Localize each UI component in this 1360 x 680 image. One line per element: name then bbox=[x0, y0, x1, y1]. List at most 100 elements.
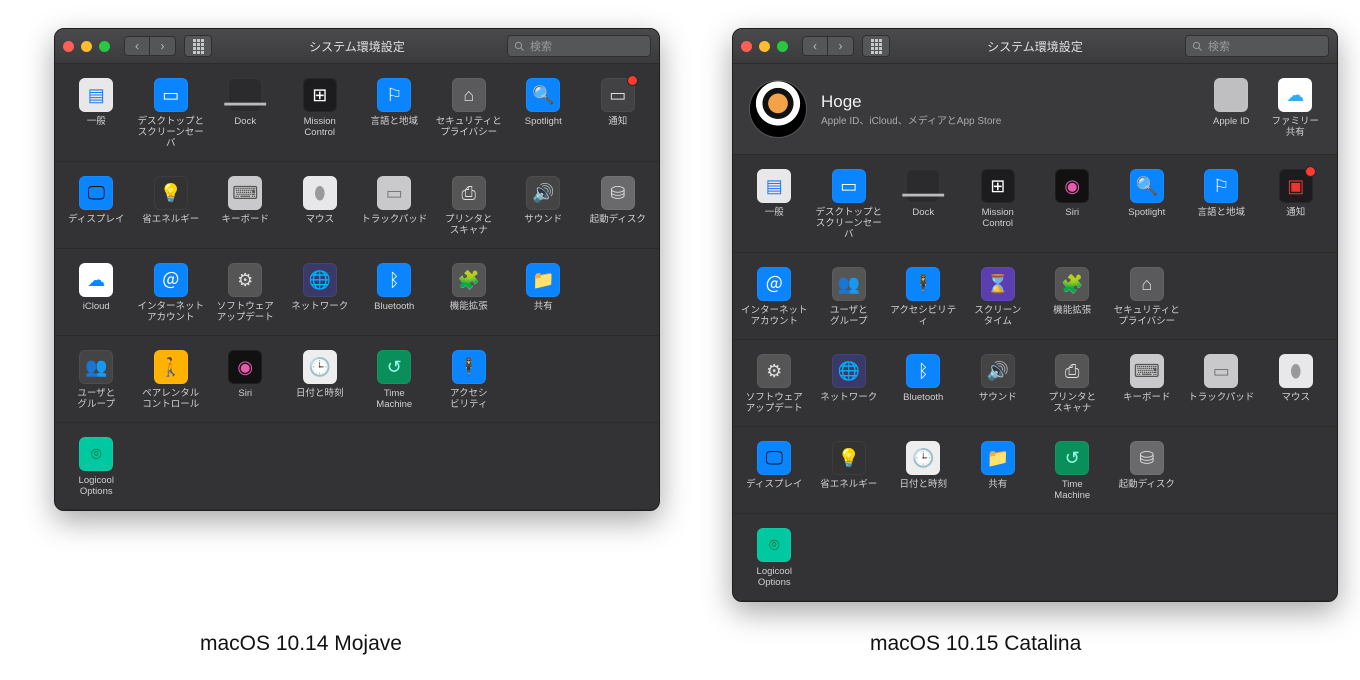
search-field[interactable]: 検索 bbox=[1185, 35, 1329, 57]
pref-users[interactable]: 👥ユーザと グループ bbox=[812, 263, 887, 333]
notifications-icon: ▣ bbox=[1279, 169, 1313, 203]
pref-label: 通知 bbox=[608, 116, 627, 138]
pref-siri[interactable]: ◉Siri bbox=[1035, 165, 1110, 246]
pref-appleid[interactable]: Apple ID bbox=[1211, 74, 1251, 144]
pref-bluetooth[interactable]: ᛒBluetooth bbox=[886, 350, 961, 420]
back-button[interactable]: ‹ bbox=[802, 36, 828, 56]
pref-energy[interactable]: 💡省エネルギー bbox=[812, 437, 887, 507]
pref-notifications[interactable]: ▣通知 bbox=[1259, 165, 1334, 246]
pref-logicool[interactable]: ⌾Logicool Options bbox=[59, 433, 134, 503]
pref-a11y[interactable]: 🕴アクセシ ビリティ bbox=[432, 346, 507, 416]
pref-energy[interactable]: 💡省エネルギー bbox=[134, 172, 209, 242]
pref-label: スクリーン タイム bbox=[974, 305, 1021, 327]
pref-internet[interactable]: ＠インターネット アカウント bbox=[737, 263, 812, 333]
pref-mission[interactable]: ⊞Mission Control bbox=[283, 74, 358, 155]
pref-icloud[interactable]: ☁iCloud bbox=[59, 259, 134, 329]
pref-logicool[interactable]: ⌾Logicool Options bbox=[737, 524, 812, 594]
pref-screentime[interactable]: ⌛スクリーン タイム bbox=[961, 263, 1036, 333]
pref-label: マウス bbox=[305, 214, 334, 236]
pref-extensions[interactable]: 🧩機能拡張 bbox=[1035, 263, 1110, 333]
pref-printers[interactable]: ⎙ プリンタと スキャナ bbox=[1035, 350, 1110, 420]
search-icon bbox=[514, 41, 525, 52]
pref-lang[interactable]: ⚐言語と地域 bbox=[1184, 165, 1259, 246]
pref-swupdate[interactable]: ⚙ソフトウェア アップデート bbox=[737, 350, 812, 420]
pref-desktop[interactable]: ▭デスクトップと スクリーンセーバ bbox=[134, 74, 209, 155]
pref-displays[interactable]: 🖵ディスプレイ bbox=[737, 437, 812, 507]
printers-icon: ⎙ bbox=[1055, 354, 1089, 388]
pref-general[interactable]: ▤一般 bbox=[737, 165, 812, 246]
pref-swupdate[interactable]: ⚙ソフトウェア アップデート bbox=[208, 259, 283, 329]
pref-label: サウンド bbox=[979, 392, 1017, 414]
displays-icon: 🖵 bbox=[757, 441, 791, 475]
pref-label: プリンタと スキャナ bbox=[445, 214, 493, 236]
close-icon[interactable] bbox=[63, 41, 74, 52]
pref-security[interactable]: ⌂セキュリティと プライバシー bbox=[432, 74, 507, 155]
pref-desktop[interactable]: ▭デスクトップと スクリーンセーバ bbox=[812, 165, 887, 246]
pref-keyboard[interactable]: ⌨キーボード bbox=[208, 172, 283, 242]
pref-printers[interactable]: ⎙プリンタと スキャナ bbox=[432, 172, 507, 242]
pref-mouse[interactable]: ⬮マウス bbox=[283, 172, 358, 242]
pref-dock[interactable]: ▁▁▁Dock bbox=[886, 165, 961, 246]
pref-siri[interactable]: ◉Siri bbox=[208, 346, 283, 416]
minimize-icon[interactable] bbox=[759, 41, 770, 52]
prefs-row: ⌾Logicool Options bbox=[737, 524, 1333, 594]
minimize-icon[interactable] bbox=[81, 41, 92, 52]
pref-sound[interactable]: 🔊サウンド bbox=[961, 350, 1036, 420]
forward-button[interactable]: › bbox=[828, 36, 854, 56]
close-icon[interactable] bbox=[741, 41, 752, 52]
zoom-icon[interactable] bbox=[777, 41, 788, 52]
pref-startup[interactable]: ⛁起動ディスク bbox=[581, 172, 656, 242]
siri-icon: ◉ bbox=[1055, 169, 1089, 203]
pref-label: ディスプレイ bbox=[68, 214, 124, 236]
pref-internet[interactable]: ＠インターネット アカウント bbox=[134, 259, 209, 329]
pref-datetime[interactable]: 🕒日付と時刻 bbox=[886, 437, 961, 507]
show-all-button[interactable] bbox=[184, 35, 212, 57]
pref-network[interactable]: 🌐ネットワーク bbox=[812, 350, 887, 420]
pref-mouse[interactable]: ⬮マウス bbox=[1259, 350, 1334, 420]
a11y-icon: 🕴 bbox=[452, 350, 486, 384]
pref-label: セキュリティと プライバシー bbox=[436, 116, 502, 138]
pref-notifications[interactable]: ▭通知 bbox=[581, 74, 656, 155]
sound-icon: 🔊 bbox=[526, 176, 560, 210]
pref-family[interactable]: ☁ファミリー 共有 bbox=[1269, 74, 1321, 144]
pref-users[interactable]: 👥ユーザと グループ bbox=[59, 346, 134, 416]
pref-parental[interactable]: 🚶ペアレンタル コントロール bbox=[134, 346, 209, 416]
pref-label: ネットワーク bbox=[291, 301, 348, 323]
pref-sound[interactable]: 🔊サウンド bbox=[506, 172, 581, 242]
pref-label: プリンタと スキャナ bbox=[1048, 392, 1096, 414]
zoom-icon[interactable] bbox=[99, 41, 110, 52]
show-all-button[interactable] bbox=[862, 35, 890, 57]
network-icon: 🌐 bbox=[832, 354, 866, 388]
pref-spotlight[interactable]: 🔍Spotlight bbox=[1110, 165, 1185, 246]
back-button[interactable]: ‹ bbox=[124, 36, 150, 56]
pref-lang[interactable]: ⚐言語と地域 bbox=[357, 74, 432, 155]
pref-datetime[interactable]: 🕒日付と時刻 bbox=[283, 346, 358, 416]
pref-extensions[interactable]: 🧩機能拡張 bbox=[432, 259, 507, 329]
forward-button[interactable]: › bbox=[150, 36, 176, 56]
pref-security[interactable]: ⌂セキュリティと プライバシー bbox=[1110, 263, 1185, 333]
pref-label: デスクトップと スクリーンセーバ bbox=[814, 207, 884, 240]
startup-icon: ⛁ bbox=[1130, 441, 1164, 475]
pref-general[interactable]: ▤一般 bbox=[59, 74, 134, 155]
pref-timemachine[interactable]: ↺Time Machine bbox=[357, 346, 432, 416]
pref-startup[interactable]: ⛁起動ディスク bbox=[1110, 437, 1185, 507]
pref-keyboard[interactable]: ⌨キーボード bbox=[1110, 350, 1185, 420]
pref-network[interactable]: 🌐ネットワーク bbox=[283, 259, 358, 329]
pref-trackpad[interactable]: ▭トラックパッド bbox=[1184, 350, 1259, 420]
pref-displays[interactable]: 🖵ディスプレイ bbox=[59, 172, 134, 242]
account-header[interactable]: Hoge Apple ID、iCloud、メディアとApp Store Appl… bbox=[733, 64, 1337, 155]
pref-spotlight[interactable]: 🔍Spotlight bbox=[506, 74, 581, 155]
pref-timemachine[interactable]: ↺Time Machine bbox=[1035, 437, 1110, 507]
dock-icon: ▁▁▁ bbox=[906, 169, 940, 203]
pref-trackpad[interactable]: ▭トラックパッド bbox=[357, 172, 432, 242]
security-icon: ⌂ bbox=[1130, 267, 1164, 301]
pref-sharing[interactable]: 📁共有 bbox=[506, 259, 581, 329]
pref-sharing[interactable]: 📁共有 bbox=[961, 437, 1036, 507]
pref-label: 一般 bbox=[87, 116, 106, 138]
pref-a11y[interactable]: 🕴アクセシビリティ bbox=[886, 263, 961, 333]
search-field[interactable]: 検索 bbox=[507, 35, 651, 57]
pref-bluetooth[interactable]: ᛒBluetooth bbox=[357, 259, 432, 329]
pref-label: 共有 bbox=[988, 479, 1007, 501]
pref-mission[interactable]: ⊞Mission Control bbox=[961, 165, 1036, 246]
pref-dock[interactable]: ▁▁▁Dock bbox=[208, 74, 283, 155]
